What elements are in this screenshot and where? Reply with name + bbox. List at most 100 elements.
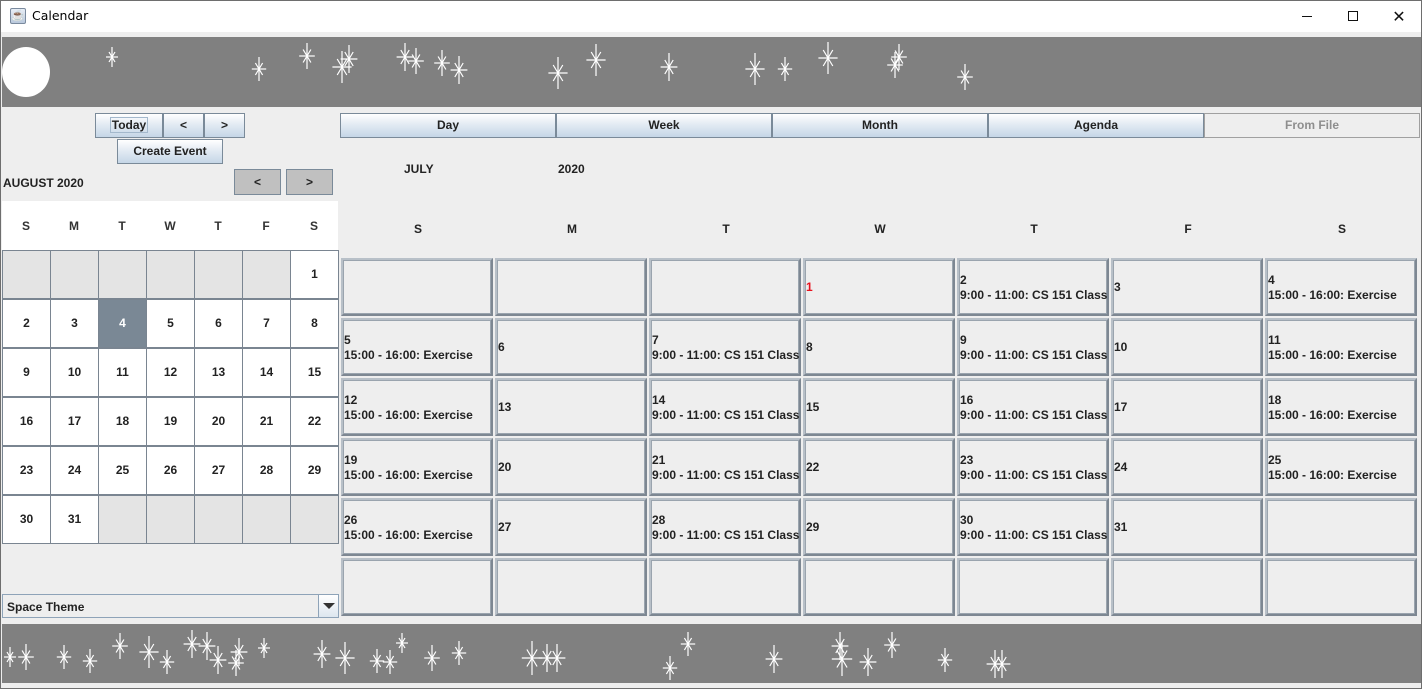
month-day-cell[interactable]: 9 9:00 - 11:00: CS 151 Class	[957, 318, 1109, 376]
mini-day-cell[interactable]: 13	[195, 349, 242, 396]
event-entry[interactable]: 15:00 - 16:00: Exercise	[1268, 408, 1397, 422]
mini-day-cell[interactable]: 26	[147, 447, 194, 494]
month-day-cell[interactable]: 2 9:00 - 11:00: CS 151 Class	[957, 258, 1109, 316]
mini-day-cell[interactable]: 30	[3, 496, 50, 543]
tab-agenda[interactable]: Agenda	[988, 113, 1204, 138]
close-button[interactable]: ✕	[1376, 1, 1422, 32]
month-day-cell[interactable]: 29	[803, 498, 955, 556]
event-entry[interactable]: 9:00 - 11:00: CS 151 Class	[652, 528, 799, 542]
month-day-cell[interactable]: 17	[1111, 378, 1263, 436]
event-entry[interactable]: 15:00 - 16:00: Exercise	[344, 348, 473, 362]
event-entry[interactable]: 15:00 - 16:00: Exercise	[344, 468, 473, 482]
event-entry[interactable]: 15:00 - 16:00: Exercise	[344, 408, 473, 422]
next-button[interactable]: >	[204, 113, 245, 138]
star-icon	[765, 645, 783, 673]
event-entry[interactable]: 9:00 - 11:00: CS 151 Class	[960, 528, 1107, 542]
mini-day-cell[interactable]: 5	[147, 300, 194, 347]
mini-day-cell[interactable]: 8	[291, 300, 338, 347]
today-button[interactable]: Today	[95, 113, 163, 138]
event-entry[interactable]: 9:00 - 11:00: CS 151 Class	[652, 468, 799, 482]
mini-day-cell[interactable]: 29	[291, 447, 338, 494]
mini-day-cell[interactable]: 22	[291, 398, 338, 445]
mini-day-cell[interactable]: 17	[51, 398, 98, 445]
month-day-cell[interactable]: 30 9:00 - 11:00: CS 151 Class	[957, 498, 1109, 556]
month-day-cell[interactable]: 8	[803, 318, 955, 376]
month-day-cell[interactable]: 21 9:00 - 11:00: CS 151 Class	[649, 438, 801, 496]
mini-day-cell[interactable]: 25	[99, 447, 146, 494]
event-entry[interactable]: 15:00 - 16:00: Exercise	[1268, 468, 1397, 482]
maximize-button[interactable]	[1330, 1, 1376, 32]
mini-day-cell[interactable]: 24	[51, 447, 98, 494]
event-entry[interactable]: 9:00 - 11:00: CS 151 Class	[652, 408, 799, 422]
month-day-cell[interactable]: 24	[1111, 438, 1263, 496]
month-day-cell[interactable]: 28 9:00 - 11:00: CS 151 Class	[649, 498, 801, 556]
event-entry[interactable]: 9:00 - 11:00: CS 151 Class	[960, 288, 1107, 302]
mini-day-cell[interactable]: 14	[243, 349, 290, 396]
previous-button[interactable]: <	[163, 113, 204, 138]
month-day-cell[interactable]: 13	[495, 378, 647, 436]
event-entry[interactable]: 15:00 - 16:00: Exercise	[1268, 288, 1397, 302]
mini-day-cell[interactable]: 21	[243, 398, 290, 445]
tab-day[interactable]: Day	[340, 113, 556, 138]
event-entry[interactable]: 15:00 - 16:00: Exercise	[1268, 348, 1397, 362]
mini-day-cell[interactable]: 16	[3, 398, 50, 445]
month-day-cell[interactable]: 1	[803, 258, 955, 316]
month-day-cell[interactable]: 5 15:00 - 16:00: Exercise	[341, 318, 493, 376]
mini-prev-month-button[interactable]: <	[234, 169, 281, 195]
mini-day-cell[interactable]: 12	[147, 349, 194, 396]
month-day-cell[interactable]: 27	[495, 498, 647, 556]
mini-day-cell[interactable]: 10	[51, 349, 98, 396]
mini-day-cell[interactable]: 19	[147, 398, 194, 445]
month-day-cell[interactable]: 14 9:00 - 11:00: CS 151 Class	[649, 378, 801, 436]
day-number: 21	[652, 453, 666, 467]
month-day-cell[interactable]: 18 15:00 - 16:00: Exercise	[1265, 378, 1417, 436]
month-day-cell[interactable]: 4 15:00 - 16:00: Exercise	[1265, 258, 1417, 316]
month-day-cell[interactable]: 22	[803, 438, 955, 496]
theme-select[interactable]: Space Theme	[2, 594, 339, 618]
mini-day-cell[interactable]: 31	[51, 496, 98, 543]
month-day-cell[interactable]: 10	[1111, 318, 1263, 376]
tab-week[interactable]: Week	[556, 113, 772, 138]
mini-day-cell[interactable]: 6	[195, 300, 242, 347]
mini-day-cell[interactable]: 23	[3, 447, 50, 494]
minimize-button[interactable]	[1284, 1, 1330, 32]
mini-day-cell[interactable]: 28	[243, 447, 290, 494]
mini-day-cell[interactable]: 2	[3, 300, 50, 347]
month-day-cell[interactable]: 11 15:00 - 16:00: Exercise	[1265, 318, 1417, 376]
month-day-cell[interactable]: 20	[495, 438, 647, 496]
month-day-cell[interactable]: 26 15:00 - 16:00: Exercise	[341, 498, 493, 556]
mini-day-cell[interactable]: 1	[291, 251, 338, 298]
mini-day-cell[interactable]: 18	[99, 398, 146, 445]
mini-day-cell[interactable]: 20	[195, 398, 242, 445]
day-number: 4	[1268, 273, 1275, 287]
month-day-cell[interactable]: 15	[803, 378, 955, 436]
maximize-icon	[1348, 11, 1358, 21]
mini-day-cell[interactable]: 15	[291, 349, 338, 396]
mini-day-cell[interactable]: 9	[3, 349, 50, 396]
event-entry[interactable]: 9:00 - 11:00: CS 151 Class	[652, 348, 799, 362]
create-event-button[interactable]: Create Event	[117, 139, 223, 164]
event-entry[interactable]: 15:00 - 16:00: Exercise	[344, 528, 473, 542]
day-number: 17	[1114, 400, 1128, 414]
mini-day-cell[interactable]: 7	[243, 300, 290, 347]
mini-next-month-button[interactable]: >	[286, 169, 333, 195]
month-day-cell[interactable]: 25 15:00 - 16:00: Exercise	[1265, 438, 1417, 496]
event-entry[interactable]: 9:00 - 11:00: CS 151 Class	[960, 468, 1107, 482]
star-icon	[660, 53, 678, 81]
mini-day-cell[interactable]: 3	[51, 300, 98, 347]
chevron-down-icon[interactable]	[318, 595, 338, 617]
month-day-cell[interactable]: 12 15:00 - 16:00: Exercise	[341, 378, 493, 436]
month-day-cell[interactable]: 23 9:00 - 11:00: CS 151 Class	[957, 438, 1109, 496]
month-day-cell[interactable]: 6	[495, 318, 647, 376]
mini-day-cell[interactable]: 4	[99, 300, 146, 347]
month-day-cell[interactable]: 19 15:00 - 16:00: Exercise	[341, 438, 493, 496]
event-entry[interactable]: 9:00 - 11:00: CS 151 Class	[960, 348, 1107, 362]
month-day-cell[interactable]: 3	[1111, 258, 1263, 316]
mini-day-cell[interactable]: 27	[195, 447, 242, 494]
month-day-cell[interactable]: 7 9:00 - 11:00: CS 151 Class	[649, 318, 801, 376]
tab-month[interactable]: Month	[772, 113, 988, 138]
month-day-cell[interactable]: 16 9:00 - 11:00: CS 151 Class	[957, 378, 1109, 436]
month-day-cell[interactable]: 31	[1111, 498, 1263, 556]
event-entry[interactable]: 9:00 - 11:00: CS 151 Class	[960, 408, 1107, 422]
mini-day-cell[interactable]: 11	[99, 349, 146, 396]
